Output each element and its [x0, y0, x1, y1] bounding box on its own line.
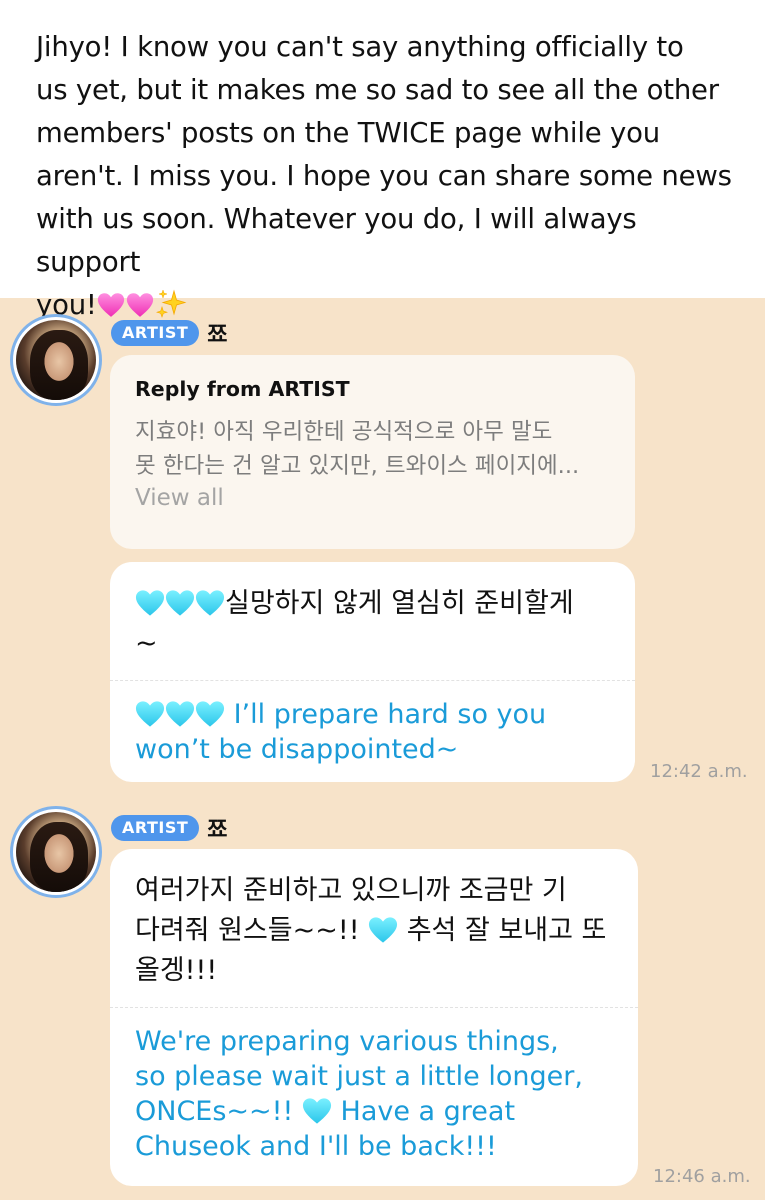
light-blue-heart-icon: [165, 700, 195, 728]
artist-header: ARTIST 쬬: [111, 812, 228, 844]
fan-post-line: aren't. I miss you. I hope you can share…: [36, 160, 732, 192]
artist-avatar[interactable]: [10, 314, 102, 406]
english-line: won’t be disappointed~: [135, 734, 459, 765]
light-blue-heart-icon: [165, 589, 195, 617]
korean-line: 실망하지 않게 열심히 준비할게: [135, 584, 610, 624]
korean-line: ~: [135, 628, 158, 659]
reply-title: Reply from ARTIST: [135, 377, 350, 401]
artist-name: 쬬: [207, 818, 228, 843]
korean-line: 다려줘 원스들~~!! 추석 잘 보내고 또: [135, 911, 613, 951]
artist-chat: ARTIST 쬬 Reply from ARTIST 지효야! 아직 우리한테 …: [0, 298, 765, 1200]
reply-body-line: 못 한다는 건 알고 있지만, 트와이스 페이지에...: [135, 453, 580, 479]
fan-post-line: members' posts on the TWICE page while y…: [36, 117, 660, 149]
translation-divider: [110, 680, 635, 681]
message-timestamp: 12:46 a.m.: [653, 1166, 751, 1187]
korean-message: 여러가지 준비하고 있으니까 조금만 기 다려줘 원스들~~!! 추석 잘 보내…: [135, 871, 613, 991]
light-blue-heart-icon: [368, 916, 398, 944]
english-line-text: I’ll prepare hard so you: [233, 699, 547, 730]
english-line: We're preparing various things,: [135, 1026, 559, 1057]
light-blue-heart-icon: [135, 700, 165, 728]
korean-line-text: 추석 잘 보내고 또: [406, 915, 607, 946]
korean-line: 여러가지 준비하고 있으니까 조금만 기: [135, 875, 567, 906]
message-bubble[interactable]: 여러가지 준비하고 있으니까 조금만 기 다려줘 원스들~~!! 추석 잘 보내…: [110, 849, 638, 1186]
light-blue-heart-icon: [302, 1097, 332, 1125]
english-line: I’ll prepare hard so you: [135, 697, 610, 732]
translation-divider: [110, 1007, 638, 1008]
english-line: so please wait just a little longer,: [135, 1061, 583, 1092]
fan-post-line: us yet, but it makes me so sad to see al…: [36, 74, 719, 106]
english-line: ONCEs~~!! Have a great: [135, 1094, 613, 1129]
korean-line-text: 다려줘 원스들~~!!: [135, 915, 360, 946]
fan-post-line: Jihyo! I know you can't say anything off…: [36, 31, 684, 63]
light-blue-heart-icon: [195, 700, 225, 728]
english-translation: I’ll prepare hard so you won’t be disapp…: [135, 697, 610, 767]
reply-body-line: 지효야! 아직 우리한테 공식적으로 아무 말도: [135, 419, 553, 445]
korean-line-text: 실망하지 않게 열심히 준비할게: [225, 588, 574, 619]
message-bubble[interactable]: 실망하지 않게 열심히 준비할게 ~ I’ll prepare hard so …: [110, 562, 635, 782]
fan-post-line: with us soon. Whatever you do, I will al…: [36, 203, 637, 278]
english-line: Chuseok and I'll be back!!!: [135, 1131, 497, 1162]
artist-badge: ARTIST: [111, 815, 200, 841]
artist-name: 쬬: [207, 323, 228, 348]
reply-body: 지효야! 아직 우리한테 공식적으로 아무 말도 못 한다는 건 알고 있지만,…: [135, 415, 610, 483]
fan-post-text: Jihyo! I know you can't say anything off…: [36, 26, 737, 327]
artist-header: ARTIST 쬬: [111, 317, 228, 349]
view-all-link[interactable]: View all: [135, 485, 610, 511]
korean-message: 실망하지 않게 열심히 준비할게 ~: [135, 584, 610, 664]
korean-line: 올겡!!!: [135, 955, 218, 986]
artist-avatar[interactable]: [10, 806, 102, 898]
fan-post: Jihyo! I know you can't say anything off…: [0, 0, 765, 321]
message-timestamp: 12:42 a.m.: [650, 761, 748, 782]
avatar-photo: [16, 320, 96, 400]
english-line-text: ONCEs~~!!: [135, 1096, 294, 1127]
light-blue-heart-icon: [135, 589, 165, 617]
reply-quote-bubble[interactable]: Reply from ARTIST 지효야! 아직 우리한테 공식적으로 아무 …: [110, 355, 635, 549]
light-blue-heart-icon: [195, 589, 225, 617]
avatar-photo: [16, 812, 96, 892]
english-line-text: Have a great: [340, 1096, 516, 1127]
english-translation: We're preparing various things, so pleas…: [135, 1024, 613, 1164]
artist-badge: ARTIST: [111, 320, 200, 346]
